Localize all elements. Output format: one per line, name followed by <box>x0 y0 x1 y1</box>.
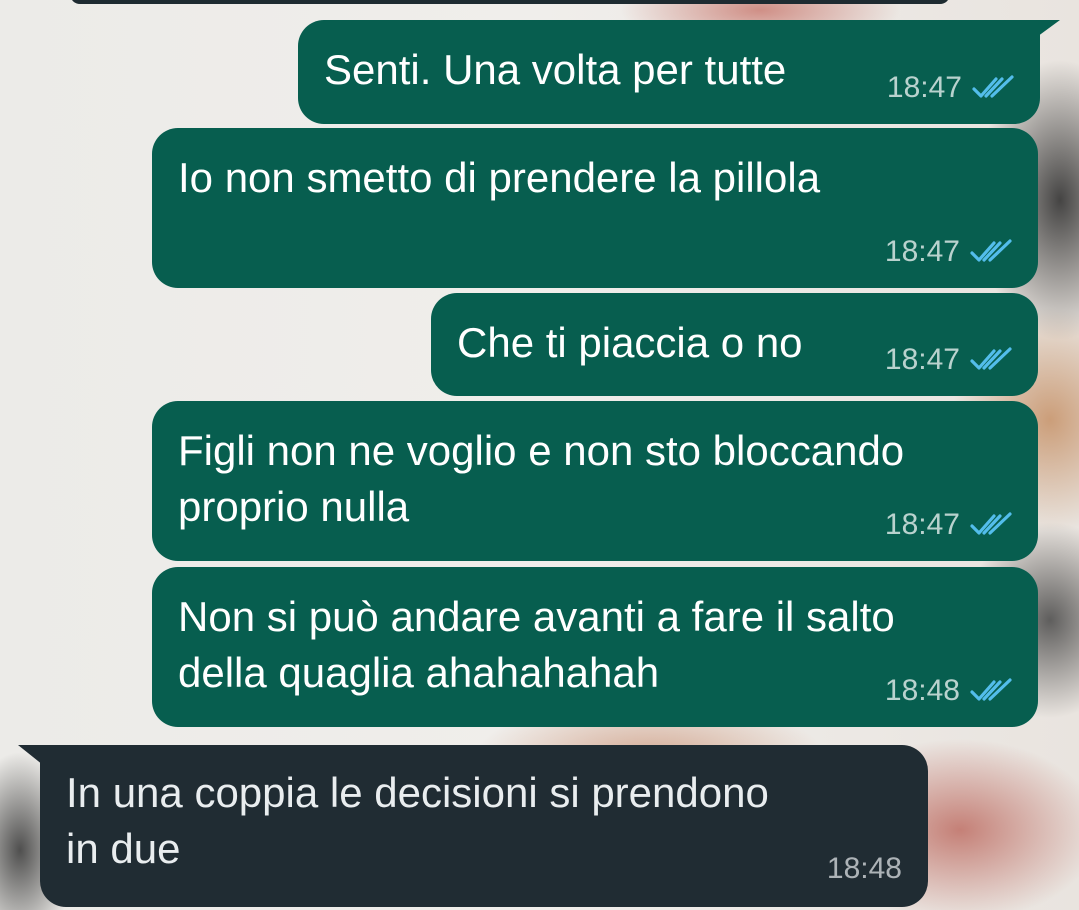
double-check-read-icon <box>970 239 1012 262</box>
message-text: Io non smetto di prendere la pillola <box>178 154 821 201</box>
message-meta: 18:47 <box>885 234 1014 270</box>
message-bubble-outgoing[interactable]: Che ti piaccia o no 18:47 <box>431 293 1038 396</box>
message-meta: 18:48 <box>885 673 1014 709</box>
double-check-read-icon <box>970 678 1012 701</box>
message-text: Senti. Una volta per tutte <box>324 46 787 93</box>
message-bubble-outgoing[interactable]: Non si può andare avanti a fare il salto… <box>152 567 1038 727</box>
message-time: 18:47 <box>886 71 962 104</box>
message-bubble-outgoing[interactable]: Figli non ne voglio e non sto bloccando … <box>152 401 1038 561</box>
message-meta: 18:47 <box>885 507 1014 543</box>
double-check-read-icon <box>970 347 1012 370</box>
bubble-tail <box>1030 20 1060 42</box>
message-text: Che ti piaccia o no <box>457 319 803 366</box>
message-time: 18:48 <box>884 674 960 707</box>
message-time: 18:47 <box>884 235 960 268</box>
message-meta: 18:47 <box>885 342 1014 378</box>
message-text: In una coppia le decisioni si prendono i… <box>66 769 769 872</box>
message-text: Figli non ne voglio e non sto bloccando … <box>178 427 905 530</box>
bubble-tail <box>18 745 48 769</box>
previous-bubble-edge <box>70 0 950 4</box>
message-bubble-incoming[interactable]: In una coppia le decisioni si prendono i… <box>40 745 928 907</box>
double-check-read-icon <box>972 75 1014 98</box>
message-meta: 18:48 <box>827 851 902 887</box>
message-time: 18:47 <box>884 508 960 541</box>
message-bubble-outgoing[interactable]: Senti. Una volta per tutte 18:47 <box>298 20 1040 124</box>
double-check-read-icon <box>970 512 1012 535</box>
message-bubble-outgoing[interactable]: Io non smetto di prendere la pillola 18:… <box>152 128 1038 288</box>
message-text: Non si può andare avanti a fare il salto… <box>178 593 895 696</box>
message-meta: 18:47 <box>887 70 1016 106</box>
message-time: 18:48 <box>826 852 902 885</box>
message-time: 18:47 <box>884 343 960 376</box>
